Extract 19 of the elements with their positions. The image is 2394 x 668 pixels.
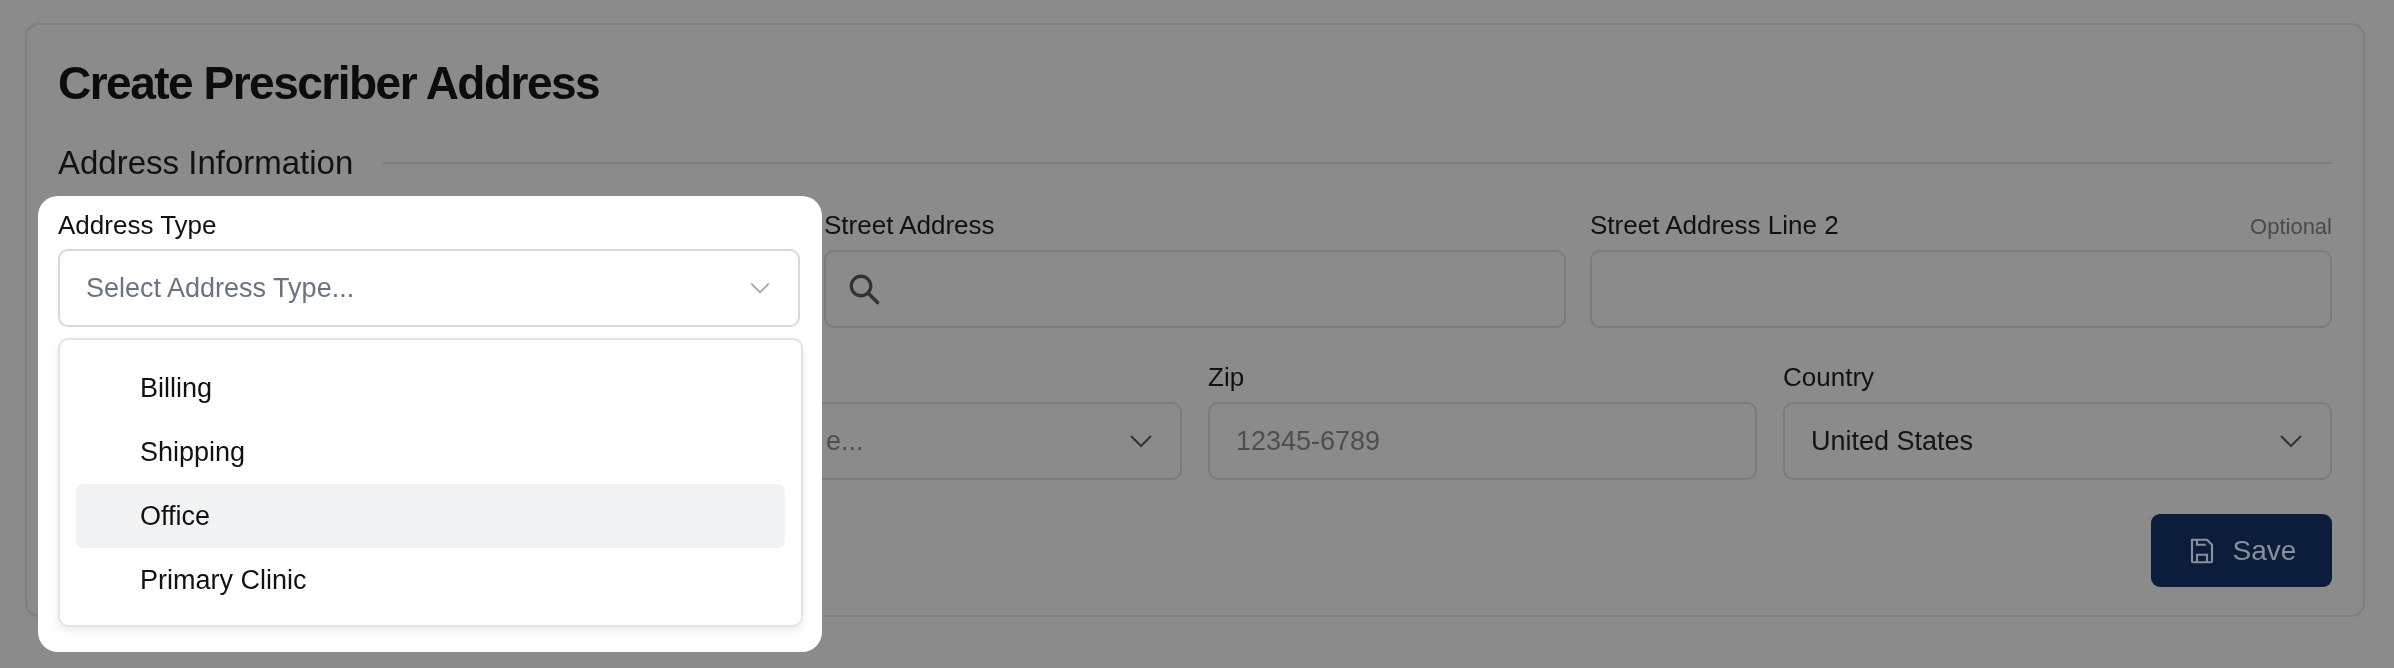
street-address-field[interactable] [824, 250, 1566, 328]
country-select[interactable]: United States [1783, 402, 2332, 480]
dropdown-option[interactable]: Shipping [76, 420, 785, 484]
address-type-select[interactable]: Select Address Type... [58, 249, 800, 327]
chevron-down-icon [1128, 433, 1154, 449]
section-heading: Address Information [58, 144, 354, 182]
chevron-down-icon [748, 281, 772, 295]
page-title: Create Prescriber Address [58, 56, 601, 111]
dropdown-option[interactable]: Billing [76, 356, 785, 420]
optional-hint: Optional [2250, 214, 2332, 240]
field-label: Zip [1208, 362, 1245, 393]
chevron-down-icon [2278, 433, 2304, 449]
field-label: Address Type [58, 210, 218, 242]
dropdown-option[interactable]: Office [76, 484, 785, 548]
field-label: Country [1783, 362, 1875, 393]
field-label: Street Address [824, 210, 995, 241]
dropdown-option[interactable]: Primary Clinic [76, 548, 785, 612]
field-label: Street Address Line 2 [1590, 210, 1839, 241]
save-button[interactable]: Save [2151, 514, 2332, 587]
